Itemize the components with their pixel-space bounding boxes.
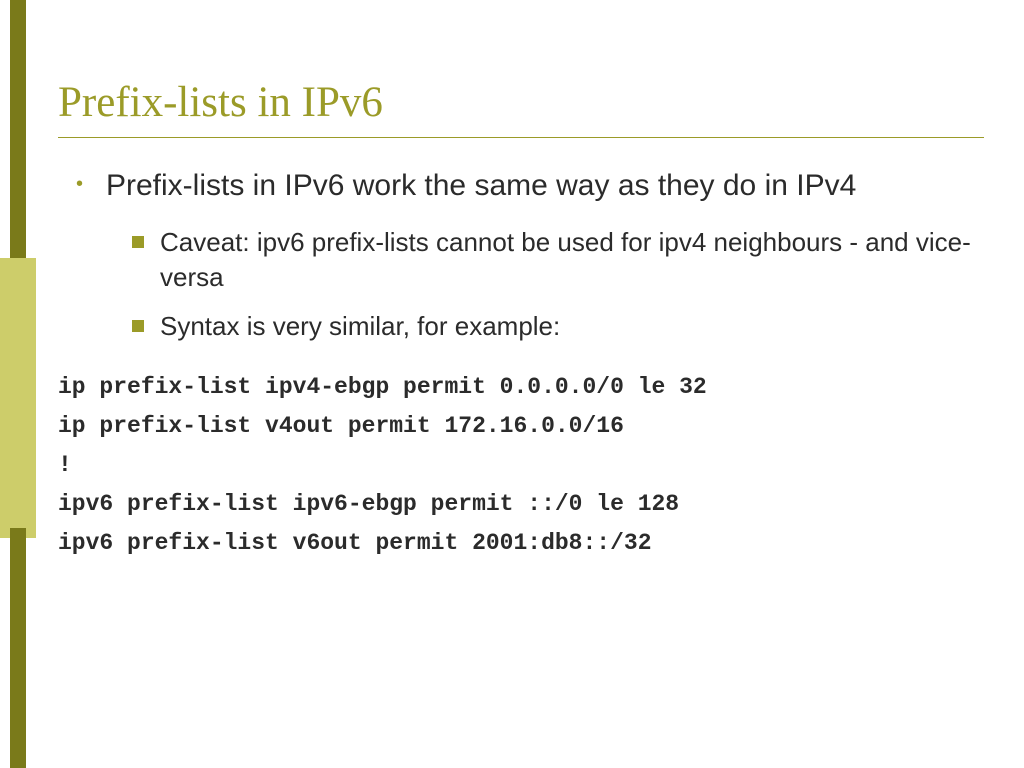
sub-bullet-item: Caveat: ipv6 prefix-lists cannot be used… (58, 225, 984, 295)
sub-bullet-text: Syntax is very similar, for example: (160, 309, 560, 344)
slide-body: • Prefix-lists in IPv6 work the same way… (58, 166, 984, 563)
slide-title: Prefix-lists in IPv6 (58, 78, 984, 137)
code-block: ip prefix-list ipv4-ebgp permit 0.0.0.0/… (58, 368, 984, 563)
sub-bullet-item: Syntax is very similar, for example: (58, 309, 984, 344)
accent-bar-middle (0, 258, 36, 538)
accent-bar-bottom (10, 528, 26, 768)
bullet-dot-icon: • (76, 166, 86, 202)
code-line: ip prefix-list v4out permit 172.16.0.0/1… (58, 407, 984, 446)
code-line: ipv6 prefix-list ipv6-ebgp permit ::/0 l… (58, 485, 984, 524)
title-underline (58, 137, 984, 138)
sub-bullet-text: Caveat: ipv6 prefix-lists cannot be used… (160, 225, 984, 295)
square-bullet-icon (132, 320, 144, 332)
code-line: ipv6 prefix-list v6out permit 2001:db8::… (58, 524, 984, 563)
bullet-text: Prefix-lists in IPv6 work the same way a… (106, 166, 856, 207)
code-line: ip prefix-list ipv4-ebgp permit 0.0.0.0/… (58, 368, 984, 407)
accent-bar-top (10, 0, 26, 260)
slide-content: Prefix-lists in IPv6 • Prefix-lists in I… (58, 78, 984, 563)
code-line: ! (58, 446, 984, 485)
bullet-item: • Prefix-lists in IPv6 work the same way… (58, 166, 984, 207)
square-bullet-icon (132, 236, 144, 248)
accent-sidebar (0, 0, 36, 768)
